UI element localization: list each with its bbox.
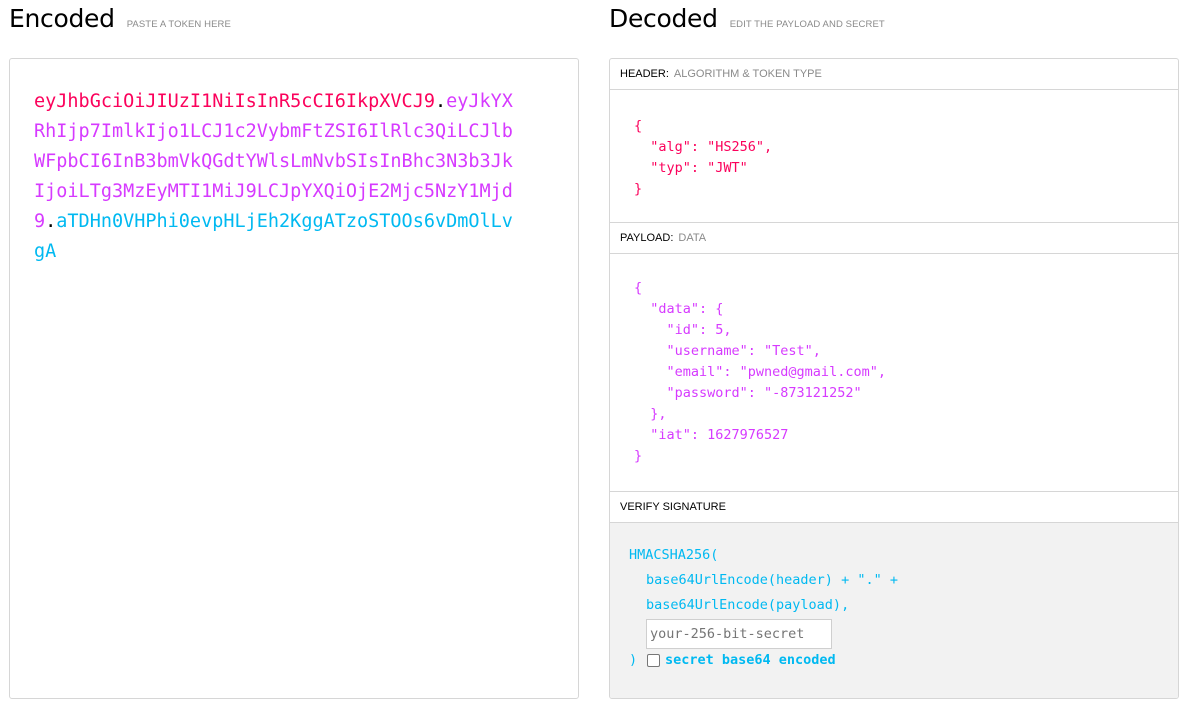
- header-json-text[interactable]: { "alg": "HS256", "typ": "JWT" }: [634, 116, 772, 200]
- encoded-token-editor[interactable]: eyJhbGciOiJIUzI1NiIsInR5cCI6IkpXVCJ9.eyJ…: [9, 58, 579, 699]
- payload-section-sublabel: DATA: [678, 232, 707, 244]
- token-signature-part: aTDHn0VHPhi0evpHLjEh2KggATzoSTOOs6vDmOlL…: [34, 211, 513, 262]
- token-separator: .: [45, 211, 57, 232]
- base64-secret-label[interactable]: secret base64 encoded: [665, 652, 836, 668]
- encoded-token-text[interactable]: eyJhbGciOiJIUzI1NiIsInR5cCI6IkpXVCJ9.eyJ…: [34, 87, 514, 267]
- decoded-title: Decoded: [609, 4, 718, 33]
- close-paren: ): [629, 652, 638, 668]
- payload-json-editor[interactable]: { "data": { "id": 5, "username": "Test",…: [610, 254, 1178, 492]
- header-section-sublabel: ALGORITHM & TOKEN TYPE: [673, 68, 822, 80]
- verify-signature-body: HMACSHA256( base64UrlEncode(header) + ".…: [610, 523, 1178, 698]
- token-header-part: eyJhbGciOiJIUzI1NiIsInR5cCI6IkpXVCJ9: [34, 91, 435, 112]
- encode-header-line: base64UrlEncode(header) + "." +: [646, 572, 898, 588]
- payload-section-title: PAYLOAD: DATA: [610, 223, 1178, 254]
- token-separator: .: [434, 91, 447, 112]
- encode-payload-line: base64UrlEncode(payload),: [646, 597, 850, 613]
- header-section-title: HEADER: ALGORITHM & TOKEN TYPE: [610, 59, 1178, 90]
- verify-section-title: VERIFY SIGNATURE: [610, 492, 1178, 523]
- payload-section-label: PAYLOAD:: [620, 232, 674, 244]
- secret-input[interactable]: [646, 619, 832, 649]
- decoded-panel: HEADER: ALGORITHM & TOKEN TYPE { "alg": …: [609, 58, 1179, 699]
- encoded-heading: Encoded PASTE A TOKEN HERE: [9, 4, 231, 33]
- decoded-subtitle: EDIT THE PAYLOAD AND SECRET: [729, 19, 885, 30]
- encoded-subtitle: PASTE A TOKEN HERE: [126, 19, 231, 30]
- hmac-function-line: HMACSHA256(: [629, 547, 719, 563]
- encoded-title: Encoded: [9, 4, 115, 33]
- header-section-label: HEADER:: [620, 68, 669, 80]
- base64-secret-checkbox[interactable]: [647, 654, 660, 667]
- header-json-editor[interactable]: { "alg": "HS256", "typ": "JWT" }: [610, 90, 1178, 223]
- payload-json-text[interactable]: { "data": { "id": 5, "username": "Test",…: [634, 278, 886, 467]
- verify-section-label: VERIFY SIGNATURE: [620, 501, 726, 513]
- decoded-heading: Decoded EDIT THE PAYLOAD AND SECRET: [609, 4, 885, 33]
